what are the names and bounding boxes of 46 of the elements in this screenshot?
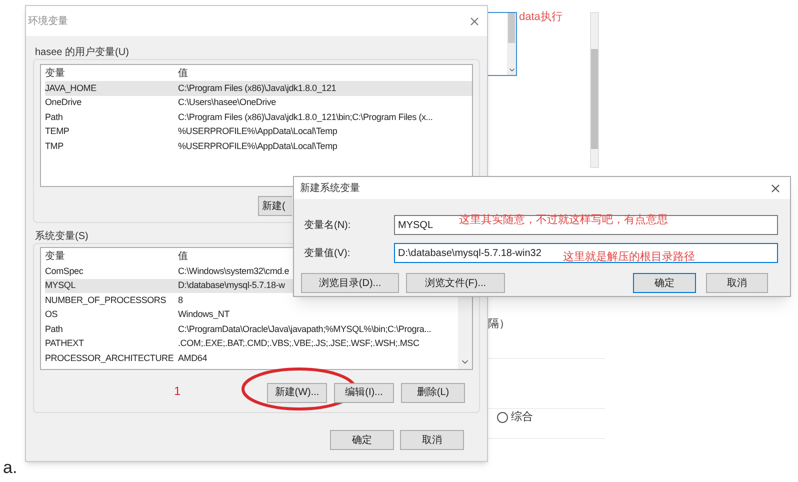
- scrollbar[interactable]: [507, 13, 516, 75]
- dialog-button[interactable]: 确定: [330, 430, 394, 450]
- variable-row[interactable]: NUMBER_OF_PROCESSORS 8: [45, 293, 458, 308]
- column-header: 值: [178, 67, 188, 81]
- dialog-button[interactable]: 取消: [400, 430, 464, 450]
- window-title: 环境变量: [28, 14, 68, 28]
- radio-label: 综合: [511, 410, 533, 425]
- window-title: 新建系统变量: [300, 182, 360, 196]
- annotation-text: 这里就是解压的根目录路径: [563, 250, 695, 265]
- scrollbar[interactable]: [590, 12, 599, 168]
- column-header: 值: [178, 250, 188, 264]
- dialog-button[interactable]: 新建(: [258, 196, 292, 216]
- field-value: D:\database\mysql-5.7.18-win32: [398, 246, 542, 260]
- input-field[interactable]: D:\database\mysql-5.7.18-win32 这里就是解压的根目录路径: [394, 243, 778, 263]
- group-label: hasee 的用户变量(U): [34, 46, 130, 59]
- variable-row[interactable]: Path C:\ProgramData\Oracle\Java\javapath;%MYSQL%\bin;C:\Progra...: [45, 322, 458, 336]
- column-header: 变量: [45, 250, 66, 264]
- dialog-button[interactable]: 新建(W)...: [267, 382, 327, 402]
- field-label: 变量值(V):: [304, 246, 352, 260]
- variable-row[interactable]: PROCESSOR_ARCHITECTURE AMD64: [45, 351, 458, 366]
- page-text: 隔）: [488, 317, 510, 332]
- variable-row[interactable]: JAVA_HOME C:\Program Files (x86)\Java\jdk1.8.0_121: [45, 81, 472, 96]
- dialog-button[interactable]: 编辑(I)...: [334, 382, 394, 402]
- variable-row[interactable]: Path C:\Program Files (x86)\Java\jdk1.8.0_121\bin;C:\Program Files (x...: [45, 110, 472, 124]
- variable-row[interactable]: OneDrive C:\Users\hasee\OneDrive: [45, 96, 472, 110]
- close-icon[interactable]: [769, 182, 782, 194]
- variable-row[interactable]: PATHEXT .COM;.EXE;.BAT;.CMD;.VBS;.VBE;.JS;.JSE;.WSF;.WSH;.MSC: [45, 336, 458, 351]
- scroll-down-icon[interactable]: [508, 66, 516, 74]
- field-label: 变量名(N):: [304, 218, 352, 232]
- dialog-button[interactable]: 浏览目录(D)...: [301, 273, 400, 293]
- close-icon[interactable]: [468, 14, 481, 28]
- dialog-button[interactable]: 浏览文件(F)...: [406, 273, 506, 293]
- dialog-button[interactable]: 确定: [633, 273, 696, 293]
- variable-row[interactable]: OS Windows_NT: [45, 308, 458, 322]
- group-label: 系统变量(S): [34, 230, 90, 243]
- variable-row[interactable]: TEMP %USERPROFILE%\AppData\Local\Temp: [45, 124, 472, 139]
- step-number: 1: [174, 383, 182, 400]
- dialog-button[interactable]: 取消: [706, 273, 768, 293]
- radio-button[interactable]: [497, 412, 508, 423]
- footnote-text: a.: [3, 457, 18, 479]
- variable-row[interactable]: TMP %USERPROFILE%\AppData\Local\Temp: [45, 139, 472, 154]
- input-field[interactable]: MYSQL 这里其实随意，不过就这样写吧，有点意思: [394, 215, 778, 235]
- dialog-button[interactable]: 删除(L): [401, 382, 465, 402]
- annotation-text: 这里其实随意，不过就这样写吧，有点意思: [459, 212, 668, 228]
- column-header: 变量: [45, 66, 66, 81]
- field-value: MYSQL: [398, 218, 434, 232]
